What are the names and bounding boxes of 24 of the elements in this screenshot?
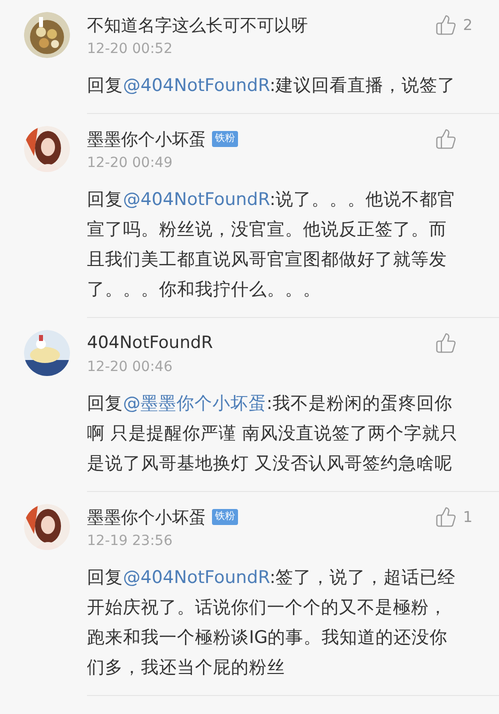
comment-text: 回复@墨墨你个小坏蛋:我不是粉闲的蛋疼回你啊 只是提醒你严谨 南风没直说签了两个字就只是说了风哥基地换灯 又没否认风哥签约急啥呢	[87, 393, 459, 476]
mention-link[interactable]: @墨墨你个小坏蛋	[123, 394, 266, 414]
like-icon[interactable]	[435, 506, 457, 528]
fan-badge: 铁粉	[212, 131, 238, 147]
fan-badge: 铁粉	[212, 509, 238, 525]
like-count: 1	[463, 508, 473, 526]
comment-time: 12-20 00:52	[87, 41, 174, 59]
comment-text: 回复@404NotFoundR:建议回看直播，说签了	[87, 75, 457, 98]
user-name[interactable]: 墨墨你个小坏蛋	[87, 128, 206, 150]
user-name[interactable]: 404NotFoundR	[87, 333, 213, 353]
user-name[interactable]: 墨墨你个小坏蛋	[87, 506, 206, 528]
mention-link[interactable]: @404NotFoundR	[123, 76, 270, 96]
comment-time: 12-20 00:46	[87, 359, 174, 377]
like-icon[interactable]	[435, 128, 457, 150]
user-name[interactable]: 不知道名字这么长可不可以呀	[87, 14, 308, 36]
mention-link[interactable]: @404NotFoundR	[123, 190, 270, 210]
comment-text: 回复@404NotFoundR:说了。。。他说不都官宣了吗。粉丝说，没官宣。他说反正签了。而且我们美工都直说风哥官宣图都做好了就等发了。。。你和我拧什么。。。	[87, 189, 457, 302]
mention-link[interactable]: @404NotFoundR	[123, 568, 270, 588]
like-count: 2	[463, 16, 473, 34]
like-icon[interactable]	[435, 14, 457, 36]
like-icon[interactable]	[435, 332, 457, 354]
comment-time: 12-19 23:56	[87, 533, 174, 551]
comment-time: 12-20 00:49	[87, 155, 174, 173]
comment-text: 回复@404NotFoundR:签了，说了，超话已经开始庆祝了。话说你们一个个的又不是極粉，跑来和我一个極粉谈IG的事。我知道的还没你们多，我还当个屁的粉丝	[87, 567, 457, 680]
